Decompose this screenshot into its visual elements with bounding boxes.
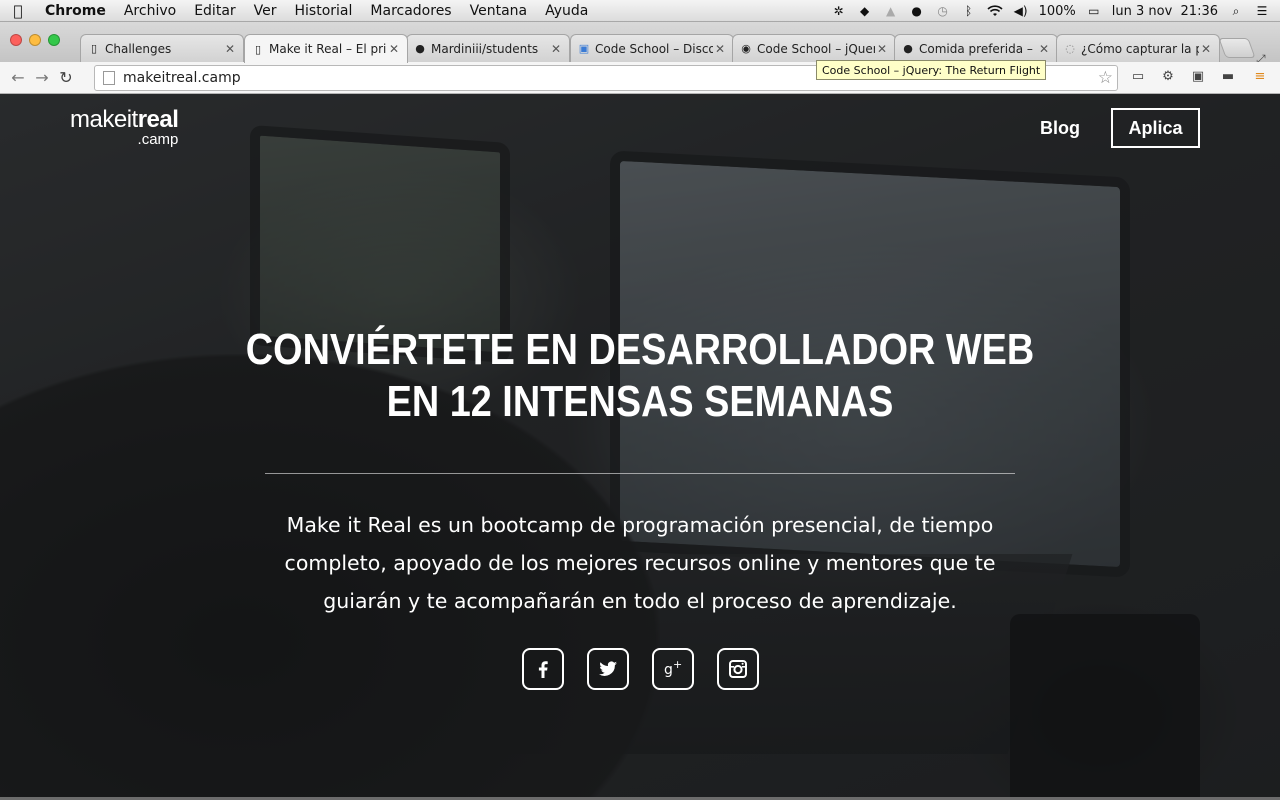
tab-code-school-jquery[interactable]: ◉ Code School – jQuer ✕ <box>732 34 896 62</box>
menu-ayuda[interactable]: Ayuda <box>536 3 597 19</box>
hero-title-line1: CONVIÉRTETE EN DESARROLLADOR WEB <box>245 325 1035 374</box>
hero-title: CONVIÉRTETE EN DESARROLLADOR WEB EN 12 I… <box>210 324 1070 428</box>
tab-tooltip: Code School – jQuery: The Return Flight <box>816 60 1047 80</box>
window-controls <box>10 34 60 46</box>
bluetooth-icon[interactable]: ᛒ <box>961 3 977 19</box>
codeschool-icon: ◉ <box>741 42 751 55</box>
wifi-icon[interactable] <box>987 3 1003 19</box>
close-icon[interactable]: ✕ <box>1199 42 1213 56</box>
nav-blog-link[interactable]: Blog <box>1040 118 1080 139</box>
facebook-icon[interactable] <box>522 648 564 690</box>
menu-historial[interactable]: Historial <box>286 3 362 19</box>
clock[interactable]: lun 3 nov 21:36 <box>1112 4 1218 19</box>
close-icon[interactable]: ✕ <box>223 42 237 56</box>
reload-icon[interactable]: ↻ <box>54 66 78 90</box>
tab-code-school-disco[interactable]: ▣ Code School – Disco ✕ <box>570 34 734 62</box>
tab-title: Comida preferida – S <box>919 41 1037 56</box>
shield-icon[interactable]: ◆ <box>857 3 873 19</box>
codeschool-icon: ▣ <box>578 42 590 55</box>
status-area: ✲ ◆ ▲ ● ◷ ᛒ ◀) 100% ▭ lun 3 nov 21:36 ⌕ … <box>831 0 1280 22</box>
tab-title: Challenges <box>105 41 172 56</box>
hero-divider <box>265 473 1015 474</box>
battery-percent[interactable]: 100% <box>1039 4 1076 19</box>
tab-title: Mardiniii/students <box>431 41 539 56</box>
screenshot-extension-icon[interactable]: ▣ <box>1188 66 1208 86</box>
extension-icon[interactable]: ⚙ <box>1158 66 1178 86</box>
close-icon[interactable]: ✕ <box>1037 42 1051 56</box>
ruler-extension-icon[interactable]: ▬ <box>1218 66 1238 86</box>
tab-title: Make it Real – El prin <box>269 42 387 56</box>
svg-text:+: + <box>673 658 682 671</box>
back-icon[interactable]: ← <box>6 66 30 90</box>
logo-text-light: makeit <box>70 106 138 133</box>
notification-center-icon[interactable]: ☰ <box>1254 3 1270 19</box>
close-icon[interactable]: ✕ <box>875 42 889 56</box>
hero-overlay <box>0 94 1280 800</box>
battery-icon[interactable]: ▭ <box>1086 3 1102 19</box>
menu-ver[interactable]: Ver <box>245 3 286 19</box>
svg-text:g: g <box>664 662 673 678</box>
tab-como-capturar[interactable]: ◌ ¿Cómo capturar la p ✕ <box>1056 34 1220 62</box>
dropbox-icon[interactable]: ✲ <box>831 3 847 19</box>
tab-title: Code School – jQuer <box>757 41 875 56</box>
close-icon[interactable]: ✕ <box>387 42 401 56</box>
hero-title-line2: EN 12 INTENSAS SEMANAS <box>386 377 894 426</box>
instagram-icon[interactable] <box>717 648 759 690</box>
forward-icon[interactable]: → <box>30 66 54 90</box>
close-icon[interactable]: ✕ <box>549 42 563 56</box>
new-tab-button[interactable] <box>1218 38 1256 58</box>
chrome-menu-icon[interactable]: ≡ <box>1250 66 1270 86</box>
minimize-window-button[interactable] <box>29 34 41 46</box>
twitter-icon[interactable] <box>587 648 629 690</box>
apple-icon[interactable]:  <box>0 2 36 20</box>
spotlight-icon[interactable]: ⌕ <box>1228 3 1244 19</box>
aplica-button[interactable]: Aplica <box>1111 108 1200 148</box>
menu-app-name[interactable]: Chrome <box>36 3 115 19</box>
page-icon: ▯ <box>90 42 98 55</box>
menu-editar[interactable]: Editar <box>185 3 244 19</box>
page-icon <box>103 71 115 85</box>
github-icon: ● <box>903 42 913 55</box>
google-plus-icon[interactable]: g + <box>652 648 694 690</box>
github-icon: ● <box>415 42 425 55</box>
tab-strip: ▯ Challenges ✕ ▯ Make it Real – El prin … <box>0 22 1280 66</box>
close-window-button[interactable] <box>10 34 22 46</box>
tab-title: ¿Cómo capturar la p <box>1081 41 1199 56</box>
browser-toolbar: ← → ↻ makeitreal.camp ☆ <box>0 62 1280 94</box>
cast-icon[interactable]: ▭ <box>1128 66 1148 86</box>
time-machine-icon[interactable]: ◷ <box>935 3 951 19</box>
page-content: makeitreal .camp Blog Aplica CONVIÉRTETE… <box>0 94 1280 800</box>
tab-title: Code School – Disco <box>595 41 713 56</box>
bookmark-star-icon[interactable]: ☆ <box>1098 68 1113 88</box>
tab-comida-preferida[interactable]: ● Comida preferida – S ✕ <box>894 34 1058 62</box>
tab-challenges[interactable]: ▯ Challenges ✕ <box>80 34 244 62</box>
logo-text-bold: real <box>137 106 179 133</box>
menu-ventana[interactable]: Ventana <box>461 3 537 19</box>
menu-marcadores[interactable]: Marcadores <box>361 3 460 19</box>
close-icon[interactable]: ✕ <box>713 42 727 56</box>
logo-subtext: .camp <box>137 131 179 148</box>
tab-students[interactable]: ● Mardiniii/students ✕ <box>406 34 570 62</box>
site-logo[interactable]: makeitreal .camp <box>70 106 179 148</box>
tab-make-it-real[interactable]: ▯ Make it Real – El prin ✕ <box>244 34 408 63</box>
bell-icon[interactable]: ▲ <box>883 3 899 19</box>
hero-description: Make it Real es un bootcamp de programac… <box>284 513 996 613</box>
loading-icon: ◌ <box>1065 42 1075 55</box>
hat-icon[interactable]: ● <box>909 3 925 19</box>
menu-bar:  Chrome Archivo Editar Ver Historial Ma… <box>0 0 1280 22</box>
zoom-window-button[interactable] <box>48 34 60 46</box>
url-text[interactable]: makeitreal.camp <box>123 70 241 86</box>
volume-icon[interactable]: ◀) <box>1013 3 1029 19</box>
menu-archivo[interactable]: Archivo <box>115 3 185 19</box>
page-icon: ▯ <box>254 42 262 56</box>
